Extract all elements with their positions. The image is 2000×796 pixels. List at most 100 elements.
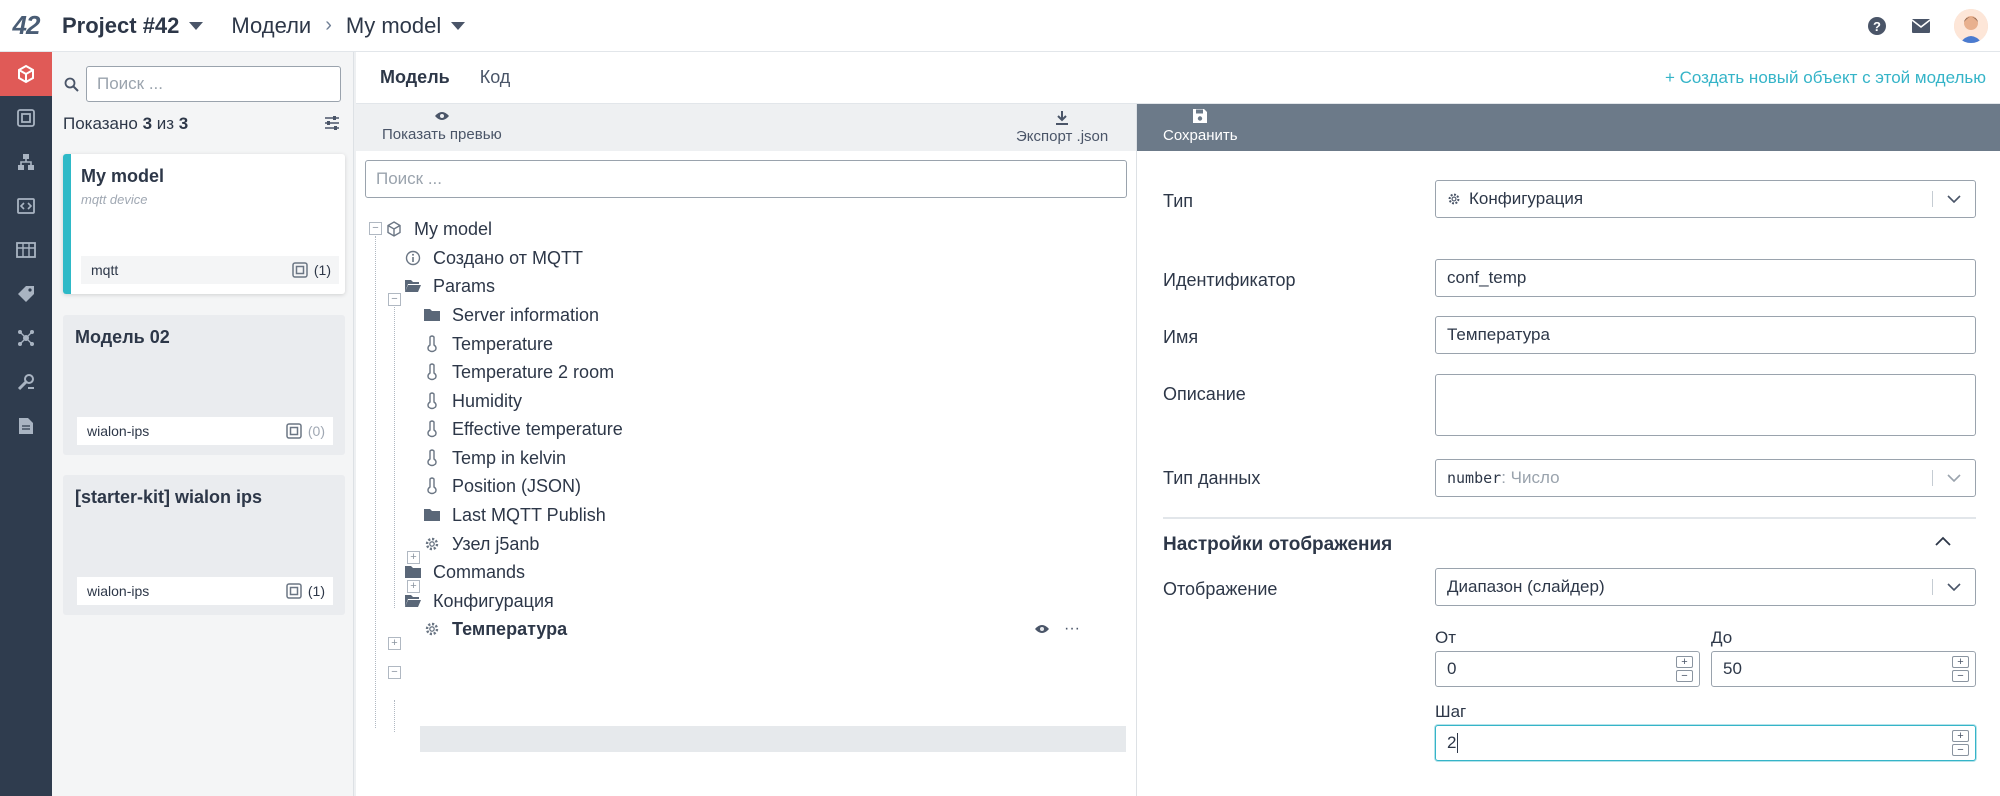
rail-tags[interactable] — [0, 272, 52, 316]
tree-node[interactable]: Last MQTT Publish — [422, 501, 606, 529]
tree-node-root[interactable]: My model — [384, 215, 492, 243]
gear-icon — [1447, 192, 1461, 206]
svg-text:?: ? — [1873, 19, 1881, 34]
hierarchy-icon — [17, 153, 35, 171]
rail-models[interactable] — [0, 52, 52, 96]
tab-model[interactable]: Модель — [374, 67, 456, 88]
breadcrumb-current-model[interactable]: My model — [346, 13, 441, 39]
folder-icon — [422, 505, 442, 525]
display-value: Диапазон (слайдер) — [1447, 577, 1605, 596]
increment-button[interactable]: + — [1676, 656, 1693, 668]
rail-table[interactable] — [0, 228, 52, 272]
tree-node[interactable]: Effective temperature — [422, 415, 623, 443]
create-object-link[interactable]: + Создать новый объект с этой моделью — [1665, 68, 1986, 88]
rail-network[interactable] — [0, 316, 52, 360]
preview-button[interactable]: Показать превью — [382, 110, 502, 143]
tree-node[interactable]: Конфигурация — [403, 587, 554, 615]
tree-node[interactable]: Position (JSON) — [422, 472, 581, 500]
display-select[interactable]: Диапазон (слайдер) — [1435, 568, 1976, 606]
tree-node-label: Commands — [433, 561, 526, 582]
type-label: Тип — [1163, 191, 1194, 211]
result-count: Показано 3 из 3 — [63, 114, 188, 134]
breadcrumb-models[interactable]: Модели — [231, 13, 311, 39]
collapse-toggle[interactable]: − — [369, 222, 382, 235]
caret-down-icon[interactable] — [451, 21, 466, 30]
save-button[interactable]: Сохранить — [1163, 108, 1238, 144]
tree-node-label: Temperature — [452, 333, 554, 354]
rail-tools[interactable] — [0, 360, 52, 404]
model-card-count: (0) — [307, 423, 325, 439]
decrement-button[interactable]: − — [1952, 744, 1969, 756]
description-textarea[interactable] — [1435, 374, 1976, 436]
rail-documents[interactable] — [0, 404, 52, 448]
more-options-icon[interactable]: ··· — [1064, 620, 1080, 638]
from-value: 0 — [1447, 659, 1457, 678]
step-input[interactable]: 2 + − — [1435, 725, 1976, 761]
tree-node-params[interactable]: Params — [403, 272, 495, 300]
model-card[interactable]: My model mqtt device mqtt (1) — [63, 154, 345, 294]
mail-icon[interactable] — [1910, 15, 1932, 37]
device-icon — [286, 583, 302, 599]
search-icon — [64, 77, 86, 92]
project-selector[interactable]: Project #42 — [62, 13, 204, 39]
increment-button[interactable]: + — [1952, 656, 1969, 668]
tree-node[interactable]: Server information — [422, 301, 599, 329]
tree-search-input[interactable]: Поиск ... — [365, 160, 1127, 198]
app-logo[interactable]: 42 — [0, 0, 52, 52]
model-card-title: Модель 02 — [75, 327, 170, 347]
chevron-up-icon[interactable] — [1935, 536, 1951, 546]
section-divider — [1163, 517, 1976, 519]
tree-node[interactable]: Temperature 2 room — [422, 358, 614, 386]
selected-row-highlight — [420, 726, 1126, 752]
model-card[interactable]: Модель 02 wialon-ips (0) — [63, 315, 345, 455]
expand-toggle[interactable]: + — [388, 637, 401, 650]
tree-toolbar: Показать превью Экспорт .json — [356, 104, 1136, 151]
tree-node[interactable]: Temperature — [422, 330, 553, 358]
name-label: Имя — [1163, 327, 1199, 347]
search-input[interactable]: Поиск ... — [86, 66, 341, 102]
rail-hierarchy[interactable] — [0, 140, 52, 184]
model-search: Поиск ... — [64, 66, 346, 102]
eye-icon[interactable] — [1034, 623, 1050, 635]
tree-node-label: Temperature 2 room — [452, 361, 615, 382]
tree-node-label: Узел j5anb — [452, 533, 540, 554]
tree-node[interactable]: Создано от MQTT — [403, 244, 583, 272]
decrement-button[interactable]: − — [1676, 670, 1693, 682]
eye-icon — [434, 110, 450, 122]
to-input[interactable]: 50 + − — [1711, 651, 1976, 687]
collapse-toggle[interactable]: − — [388, 666, 401, 679]
tree-node[interactable]: Commands — [403, 558, 525, 586]
chevron-right-icon: › — [325, 14, 332, 36]
export-label: Экспорт .json — [1016, 128, 1109, 145]
thermometer-icon — [422, 362, 442, 382]
to-label: До — [1711, 628, 1733, 647]
tab-code[interactable]: Код — [474, 67, 517, 88]
name-input[interactable]: Температура — [1435, 316, 1976, 354]
decrement-button[interactable]: − — [1952, 670, 1969, 682]
identifier-input[interactable]: conf_temp — [1435, 259, 1976, 297]
rail-code[interactable] — [0, 184, 52, 228]
from-input[interactable]: 0 + − — [1435, 651, 1700, 687]
tree-node[interactable]: Temp in kelvin — [422, 444, 566, 472]
device-icon — [292, 262, 308, 278]
model-card[interactable]: [starter-kit] wialon ips wialon-ips (1) — [63, 475, 345, 615]
avatar[interactable] — [1954, 8, 1988, 43]
collapse-toggle[interactable]: − — [388, 293, 401, 306]
rail-devices[interactable] — [0, 96, 52, 140]
datatype-select[interactable]: number : Число — [1435, 459, 1976, 497]
tree-node-label: Last MQTT Publish — [452, 504, 606, 525]
tree-node-selected[interactable]: Температура ··· — [422, 615, 1122, 643]
folder-open-icon — [403, 276, 423, 296]
filter-settings-icon[interactable] — [324, 116, 340, 130]
export-json-button[interactable]: Экспорт .json — [1016, 110, 1108, 145]
tree-node[interactable]: Humidity — [422, 387, 522, 415]
type-select[interactable]: Конфигурация — [1435, 180, 1976, 218]
tree-node[interactable]: Узел j5anb — [422, 530, 539, 558]
thermometer-icon — [422, 476, 442, 496]
datatype-label: Тип данных — [1163, 468, 1261, 488]
tools-icon — [17, 373, 35, 391]
model-card-tag: wialon-ips — [87, 423, 150, 439]
device-icon — [17, 109, 35, 127]
increment-button[interactable]: + — [1952, 730, 1969, 742]
help-icon[interactable]: ? — [1866, 15, 1888, 37]
